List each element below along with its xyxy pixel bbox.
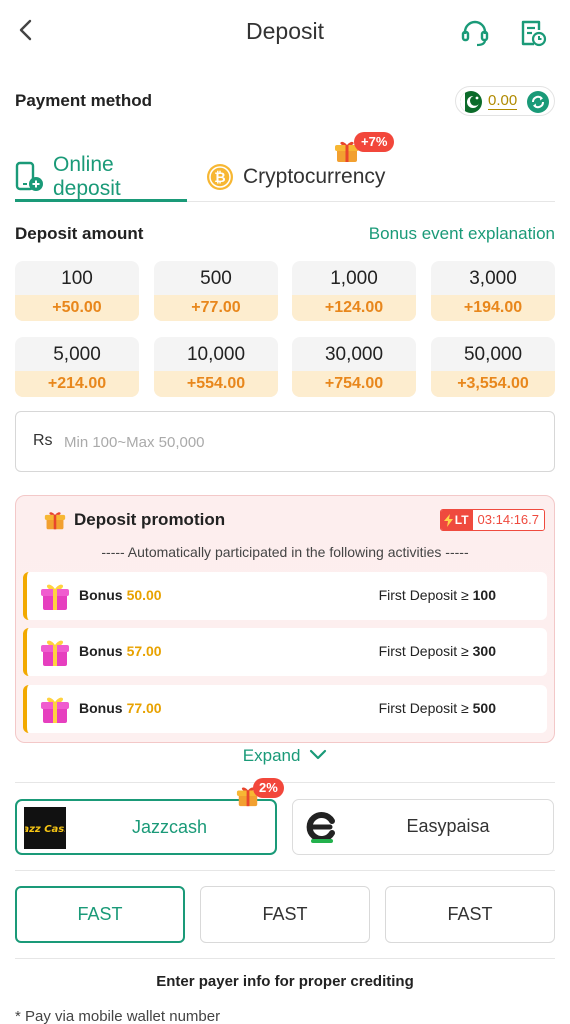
amount-option[interactable]: 50,000 +3,554.00	[431, 337, 555, 397]
bonus-label: Bonus	[79, 587, 123, 603]
deposit-page: Deposit Payment method 0.00 Online depos…	[0, 0, 570, 1024]
speed-option-2[interactable]: FAST	[200, 886, 370, 943]
balance-value: 0.00	[488, 92, 518, 110]
chevron-down-icon	[310, 749, 327, 760]
bonus-row: Bonus 50.00 First Deposit ≥ 100	[23, 572, 547, 620]
amount-value: 1,000	[330, 268, 378, 289]
deposit-promotion-title: Deposit promotion	[44, 509, 225, 531]
payer-info-note: * Pay via mobile wallet number	[15, 1008, 221, 1024]
crypto-bonus-percent: +7%	[354, 132, 395, 152]
bitcoin-coin-icon: ₿	[207, 164, 233, 190]
amount-bonus: +50.00	[15, 295, 139, 321]
tab-online-deposit-label: Online deposit	[53, 153, 121, 200]
divider	[15, 870, 555, 871]
speed-option-3[interactable]: FAST	[385, 886, 555, 943]
bonus-amount: 77.00	[126, 700, 162, 716]
amount-bonus: +754.00	[292, 371, 416, 397]
amount-value: 3,000	[469, 268, 517, 289]
tab-cryptocurrency-label: Cryptocurrency	[243, 165, 386, 188]
amount-option[interactable]: 30,000 +754.00	[292, 337, 416, 397]
svg-text:₿: ₿	[214, 170, 225, 186]
deposit-amount-label: Deposit amount	[15, 224, 144, 243]
amount-option[interactable]: 100 +50.00	[15, 261, 139, 321]
amount-bonus: +3,554.00	[431, 371, 555, 397]
bonus-amount: 50.00	[126, 587, 162, 603]
pink-gift-icon	[41, 697, 69, 723]
gift-icon	[44, 512, 66, 530]
channel-name: Jazzcash	[131, 817, 208, 837]
bonus-row: Bonus 77.00 First Deposit ≥ 500	[23, 685, 547, 733]
limited-time-badge: LT 03:14:16.7	[439, 509, 545, 531]
amount-option[interactable]: 3,000 +194.00	[431, 261, 555, 321]
bonus-label: Bonus	[79, 700, 123, 716]
limited-time-label: LT	[440, 510, 473, 530]
amount-value: 50,000	[463, 344, 523, 365]
amount-bonus: +77.00	[154, 295, 278, 321]
phone-deposit-icon	[15, 161, 43, 191]
requirement-value: 100	[472, 587, 496, 603]
amount-bonus: +124.00	[292, 295, 416, 321]
deposit-history-icon[interactable]	[518, 18, 548, 48]
expand-label: Expand	[242, 746, 301, 765]
amount-input[interactable]	[64, 426, 534, 458]
amount-option[interactable]: 10,000 +554.00	[154, 337, 278, 397]
bonus-event-explanation-link[interactable]: Bonus event explanation	[369, 224, 555, 244]
bonus-label: Bonus	[79, 643, 123, 659]
speed-option-1[interactable]: FAST	[15, 886, 185, 943]
customer-service-headset-icon[interactable]	[460, 18, 490, 48]
amount-value: 500	[200, 268, 232, 289]
requirement-value: 500	[472, 700, 496, 716]
amount-input-box: Rs	[15, 411, 555, 472]
pakistan-flag-icon	[460, 91, 482, 113]
amount-value: 30,000	[324, 344, 384, 365]
requirement-label: First Deposit ≥	[378, 587, 469, 603]
bonus-text: Bonus 50.00	[79, 587, 162, 603]
requirement-label: First Deposit ≥	[378, 700, 469, 716]
amount-option[interactable]: 500 +77.00	[154, 261, 278, 321]
currency-label: Rs	[33, 432, 53, 449]
bonus-text: Bonus 77.00	[79, 700, 162, 716]
bonus-amount: 57.00	[126, 643, 162, 659]
wallet-balance[interactable]: 0.00	[455, 86, 555, 116]
bonus-row: Bonus 57.00 First Deposit ≥ 300	[23, 628, 547, 676]
deposit-type-tabs: Online deposit ₿ Cryptocurrency	[15, 140, 555, 202]
requirement-value: 300	[472, 643, 496, 659]
amount-value: 10,000	[186, 344, 246, 365]
amount-bonus: +554.00	[154, 371, 278, 397]
lightning-icon	[443, 513, 453, 527]
amount-option[interactable]: 1,000 +124.00	[292, 261, 416, 321]
expand-button[interactable]: Expand	[0, 746, 570, 766]
amount-value: 5,000	[53, 344, 101, 365]
deposit-promotion-panel: Deposit promotion LT 03:14:16.7 ----- Au…	[15, 495, 555, 743]
requirement-label: First Deposit ≥	[378, 643, 469, 659]
requirement-text: First Deposit ≥ 500	[379, 700, 496, 716]
amount-value: 100	[61, 268, 93, 289]
requirement-text: First Deposit ≥ 100	[379, 587, 496, 603]
tab-online-deposit[interactable]: Online deposit	[15, 153, 187, 202]
channel-name: Easypaisa	[406, 816, 490, 836]
requirement-text: First Deposit ≥ 300	[379, 643, 496, 659]
amount-bonus: +194.00	[431, 295, 555, 321]
lt-text: LT	[454, 513, 469, 527]
countdown-timer: 03:14:16.7	[472, 510, 544, 530]
payer-info-title: Enter payer info for proper crediting	[156, 973, 414, 990]
channel-easypaisa[interactable]: Easypaisa	[292, 799, 554, 855]
jazzcash-bonus-percent: 2%	[253, 778, 284, 798]
promotion-subtitle: ----- Automatically participated in the …	[101, 544, 469, 560]
amount-bonus: +214.00	[15, 371, 139, 397]
deposit-amount-header: Deposit amount Bonus event explanation	[15, 224, 555, 248]
payment-method-row: Payment method 0.00	[15, 86, 555, 116]
refresh-balance-icon[interactable]	[527, 91, 549, 113]
header: Deposit	[0, 0, 570, 64]
pink-gift-icon	[41, 584, 69, 610]
amount-option[interactable]: 5,000 +214.00	[15, 337, 139, 397]
deposit-promotion-label: Deposit promotion	[74, 510, 226, 529]
pink-gift-icon	[41, 640, 69, 666]
divider	[15, 782, 555, 783]
divider	[15, 958, 555, 959]
bonus-text: Bonus 57.00	[79, 643, 162, 659]
